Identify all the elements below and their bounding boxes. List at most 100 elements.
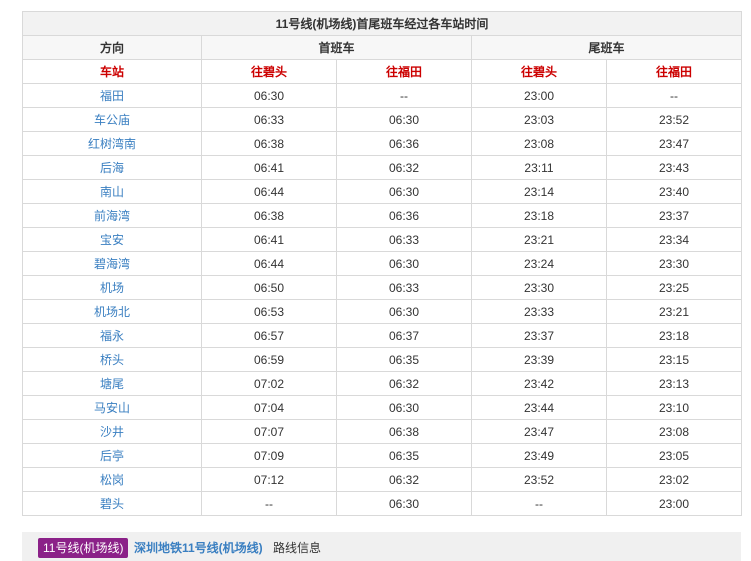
time-cell-first-futian: 06:33 (336, 227, 472, 252)
time-cell-last-futian: 23:15 (605, 347, 743, 372)
station-name-link[interactable]: 机场北 (22, 299, 202, 324)
time-cell-first-bitou: 06:44 (201, 251, 337, 276)
time-cell-first-bitou: 06:30 (201, 83, 337, 108)
station-name-link[interactable]: 机场 (22, 275, 202, 300)
table-row: 松岗 07:12 06:32 23:52 23:02 (22, 467, 743, 492)
time-cell-first-futian: 06:36 (336, 203, 472, 228)
line-badge[interactable]: 11号线(机场线) (38, 538, 129, 558)
time-cell-last-bitou: 23:52 (471, 467, 607, 492)
time-cell-first-futian: 06:30 (336, 107, 472, 132)
station-name-link[interactable]: 南山 (22, 179, 202, 204)
time-cell-last-bitou: 23:30 (471, 275, 607, 300)
station-name-link[interactable]: 塘尾 (22, 371, 202, 396)
first-dir-futian-header: 往福田 (336, 59, 472, 84)
table-row: 后海 06:41 06:32 23:11 23:43 (22, 155, 743, 180)
time-cell-first-futian: -- (336, 83, 472, 108)
time-cell-first-bitou: 06:38 (201, 203, 337, 228)
time-cell-first-bitou: 07:07 (201, 419, 337, 444)
station-name-link[interactable]: 宝安 (22, 227, 202, 252)
time-cell-last-bitou: 23:42 (471, 371, 607, 396)
time-cell-last-bitou: 23:44 (471, 395, 607, 420)
station-name-link[interactable]: 红树湾南 (22, 131, 202, 156)
time-cell-last-bitou: 23:39 (471, 347, 607, 372)
time-cell-last-futian: 23:52 (605, 107, 743, 132)
time-cell-first-bitou: 06:50 (201, 275, 337, 300)
table-title: 11号线(机场线)首尾班车经过各车站时间 (21, 11, 743, 36)
time-cell-last-bitou: 23:11 (471, 155, 607, 180)
station-name-link[interactable]: 松岗 (22, 467, 202, 492)
time-cell-last-bitou: 23:47 (471, 419, 607, 444)
station-name-link[interactable]: 福永 (22, 323, 202, 348)
time-cell-last-bitou: 23:14 (471, 179, 607, 204)
station-name-link[interactable]: 桥头 (22, 347, 202, 372)
time-cell-last-futian: 23:43 (605, 155, 743, 180)
table-row: 福永 06:57 06:37 23:37 23:18 (22, 323, 743, 348)
time-cell-first-bitou: 06:59 (201, 347, 337, 372)
table-subheader-row: 车站 往碧头 往福田 往碧头 往福田 (22, 59, 743, 84)
table-row: 机场 06:50 06:33 23:30 23:25 (22, 275, 743, 300)
station-name-link[interactable]: 沙井 (22, 419, 202, 444)
station-header: 车站 (22, 59, 202, 84)
time-cell-first-futian: 06:35 (336, 347, 472, 372)
time-cell-first-futian: 06:37 (336, 323, 472, 348)
table-row: 塘尾 07:02 06:32 23:42 23:13 (22, 371, 743, 396)
time-cell-first-bitou: 06:38 (201, 131, 337, 156)
time-cell-last-futian: 23:08 (605, 419, 743, 444)
last-dir-bitou-header: 往碧头 (471, 59, 607, 84)
time-cell-last-bitou: 23:33 (471, 299, 607, 324)
time-cell-last-futian: 23:05 (605, 443, 743, 468)
time-cell-last-bitou: 23:21 (471, 227, 607, 252)
time-cell-first-bitou: 07:04 (201, 395, 337, 420)
last-train-header: 尾班车 (470, 35, 743, 60)
line-info-label: 路线信息 (273, 541, 322, 555)
table-row: 车公庙 06:33 06:30 23:03 23:52 (22, 107, 743, 132)
time-cell-first-futian: 06:38 (336, 419, 472, 444)
table-row: 沙井 07:07 06:38 23:47 23:08 (22, 419, 743, 444)
last-dir-futian-header: 往福田 (605, 59, 743, 84)
time-cell-last-futian: -- (605, 83, 743, 108)
time-cell-first-futian: 06:33 (336, 275, 472, 300)
time-cell-last-futian: 23:18 (605, 323, 743, 348)
direction-header: 方向 (22, 35, 202, 60)
station-name-link[interactable]: 碧海湾 (22, 251, 202, 276)
time-cell-first-bitou: 07:02 (201, 371, 337, 396)
time-cell-last-futian: 23:30 (605, 251, 743, 276)
table-row: 南山 06:44 06:30 23:14 23:40 (22, 179, 743, 204)
time-cell-first-futian: 06:30 (336, 179, 472, 204)
time-cell-first-bitou: 07:12 (201, 467, 337, 492)
table-row: 宝安 06:41 06:33 23:21 23:34 (22, 227, 743, 252)
station-name-link[interactable]: 碧头 (22, 491, 202, 516)
line-name-link[interactable]: 深圳地铁11号线(机场线) (134, 538, 263, 558)
time-cell-first-futian: 06:32 (336, 467, 472, 492)
station-name-link[interactable]: 福田 (22, 83, 202, 108)
station-name-link[interactable]: 后海 (22, 155, 202, 180)
table-row: 机场北 06:53 06:30 23:33 23:21 (22, 299, 743, 324)
station-name-link[interactable]: 车公庙 (22, 107, 202, 132)
schedule-table: 11号线(机场线)首尾班车经过各车站时间 方向 首班车 尾班车 车站 往碧头 往… (21, 11, 743, 516)
time-cell-first-bitou: -- (201, 491, 337, 516)
time-cell-first-bitou: 06:41 (201, 227, 337, 252)
time-cell-last-bitou: 23:08 (471, 131, 607, 156)
time-cell-first-bitou: 06:44 (201, 179, 337, 204)
time-cell-first-bitou: 06:41 (201, 155, 337, 180)
schedule-panel: 11号线(机场线)首尾班车经过各车站时间 方向 首班车 尾班车 车站 往碧头 往… (21, 11, 743, 516)
table-row: 桥头 06:59 06:35 23:39 23:15 (22, 347, 743, 372)
time-cell-last-bitou: 23:03 (471, 107, 607, 132)
station-name-link[interactable]: 马安山 (22, 395, 202, 420)
time-cell-last-futian: 23:21 (605, 299, 743, 324)
time-cell-last-bitou: 23:24 (471, 251, 607, 276)
table-row: 福田 06:30 -- 23:00 -- (22, 83, 743, 108)
time-cell-first-futian: 06:35 (336, 443, 472, 468)
time-cell-last-futian: 23:02 (605, 467, 743, 492)
time-cell-last-futian: 23:40 (605, 179, 743, 204)
first-train-header: 首班车 (201, 35, 472, 60)
station-name-link[interactable]: 后亭 (22, 443, 202, 468)
time-cell-first-futian: 06:30 (336, 251, 472, 276)
time-cell-first-futian: 06:30 (336, 395, 472, 420)
time-cell-last-futian: 23:13 (605, 371, 743, 396)
time-cell-last-futian: 23:37 (605, 203, 743, 228)
station-name-link[interactable]: 前海湾 (22, 203, 202, 228)
time-cell-first-bitou: 06:57 (201, 323, 337, 348)
time-cell-last-futian: 23:34 (605, 227, 743, 252)
time-cell-first-futian: 06:36 (336, 131, 472, 156)
